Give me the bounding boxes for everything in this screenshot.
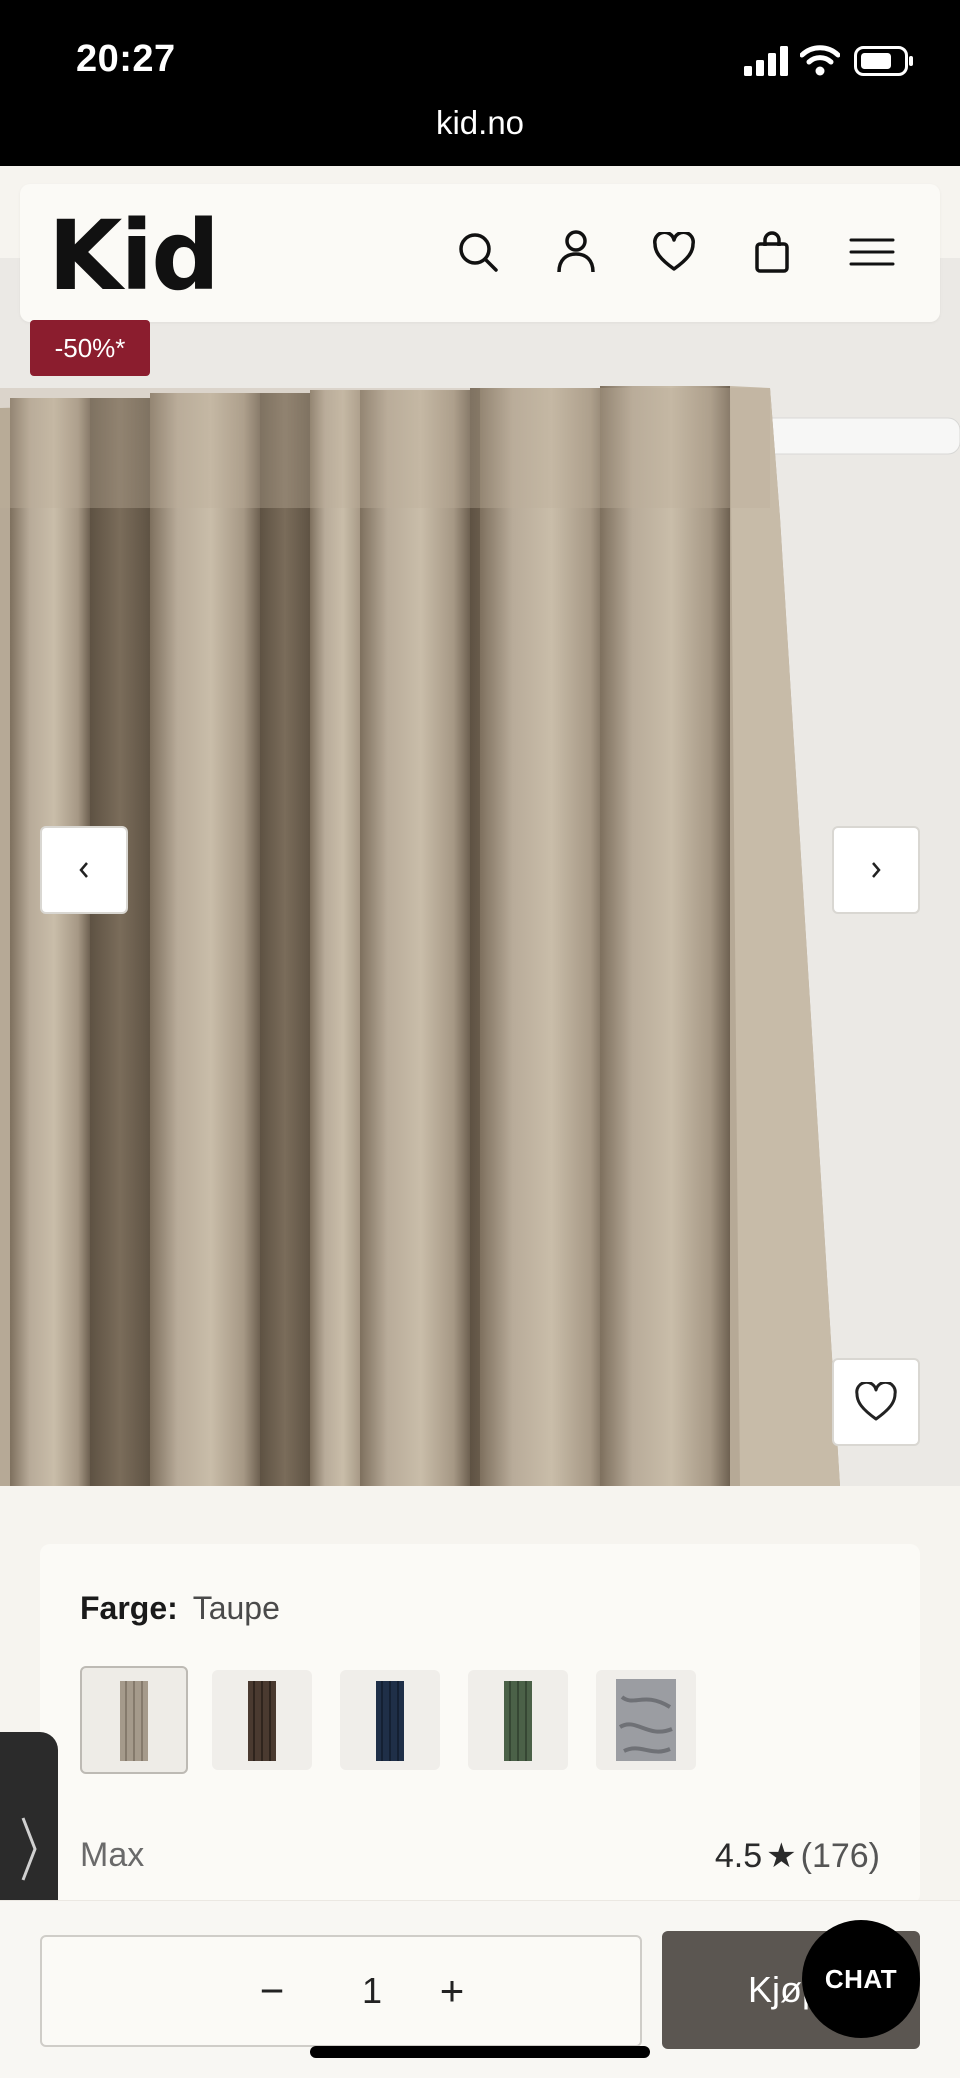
add-to-wishlist-button[interactable] [832, 1358, 920, 1446]
wishlist-button[interactable] [644, 222, 704, 282]
brand-name[interactable]: Max [80, 1836, 144, 1875]
increase-quantity-button[interactable]: + [422, 1961, 482, 2021]
swatch-green[interactable] [468, 1670, 568, 1770]
swatch-brown[interactable] [212, 1670, 312, 1770]
discount-badge: -50%* [30, 320, 150, 376]
quantity-stepper: − 1 + [40, 1935, 642, 2047]
color-selector-label: Farge: Taupe [80, 1590, 280, 1627]
chevron-right-icon [872, 862, 881, 878]
heart-icon [855, 1382, 897, 1421]
taupe-curtain-thumbnail [120, 1681, 148, 1761]
selected-color: Taupe [192, 1590, 280, 1626]
cart-bag-icon [755, 231, 789, 273]
status-bar: 20:27 kid.no [0, 0, 960, 166]
status-time: 20:27 [76, 38, 176, 80]
review-count: (176) [800, 1837, 880, 1875]
product-options-panel: Farge: Taupe Max 4.5 ★ (176) [40, 1544, 920, 1904]
next-image-button[interactable] [832, 826, 920, 914]
search-button[interactable] [448, 222, 508, 282]
color-label: Farge: [80, 1590, 178, 1626]
chevron-left-icon [79, 862, 88, 878]
wishlist-heart-icon [653, 232, 695, 271]
star-icon: ★ [766, 1837, 797, 1875]
rating-value: 4.5 [714, 1837, 763, 1875]
grey-fabric-thumbnail [616, 1679, 676, 1761]
previous-image-button[interactable] [40, 826, 128, 914]
menu-icon [849, 238, 895, 266]
decrease-quantity-button[interactable]: − [242, 1961, 302, 2021]
swatch-navy[interactable] [340, 1670, 440, 1770]
navy-curtain-thumbnail [376, 1681, 404, 1761]
signal-icon [744, 46, 788, 76]
product-rating[interactable]: 4.5 ★ (176) [715, 1836, 880, 1876]
chevron-right-icon [21, 1817, 37, 1881]
cart-button[interactable] [742, 222, 802, 282]
brown-curtain-thumbnail [248, 1681, 276, 1761]
product-image[interactable] [0, 258, 960, 1486]
green-curtain-thumbnail [504, 1681, 532, 1761]
site-header: Kid [20, 184, 940, 322]
menu-button[interactable] [842, 222, 902, 282]
quantity-value[interactable]: 1 [342, 1963, 402, 2019]
url-bar[interactable]: kid.no [0, 104, 960, 142]
swatch-taupe[interactable] [80, 1666, 188, 1774]
swatch-grey[interactable] [596, 1670, 696, 1770]
battery-icon [854, 46, 913, 76]
home-indicator [310, 2046, 650, 2058]
account-button[interactable] [546, 222, 606, 282]
account-icon [557, 230, 595, 273]
search-icon [459, 233, 498, 272]
kid-logo[interactable]: Kid [48, 200, 220, 312]
wifi-icon [800, 45, 840, 76]
curtain-illustration [0, 258, 960, 1486]
chat-button[interactable]: CHAT [802, 1920, 920, 2038]
